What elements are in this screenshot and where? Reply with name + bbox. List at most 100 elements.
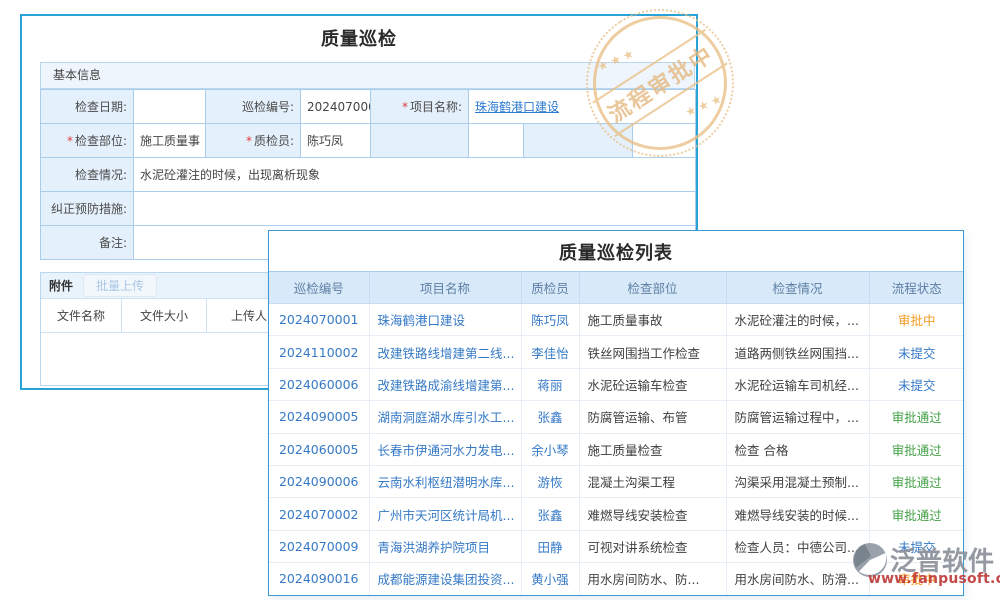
list-header-row: 巡检编号 项目名称 质检员 检查部位 检查情况 流程状态 xyxy=(269,272,964,304)
table-row[interactable]: 2024070001 珠海鹤港口建设 陈巧凤 施工质量事故 水泥砼灌注的时候，.… xyxy=(269,304,964,336)
cell-project-name[interactable]: 珠海鹤港口建设 xyxy=(369,304,521,336)
cell-project-name[interactable]: 成都能源建设集团投资... xyxy=(369,563,521,595)
cell-project-name[interactable]: 改建铁路线增建第二线... xyxy=(369,336,521,368)
form-row-2: *检查部位: 施工质量事 *质检员: 陈巧凤 xyxy=(41,124,696,158)
cell-inspection-id[interactable]: 2024090005 xyxy=(269,401,369,433)
table-row[interactable]: 2024060005 长春市伊通河水力发电... 余小琴 施工质量检查 检查 合… xyxy=(269,433,964,465)
col-header-id: 巡检编号 xyxy=(269,272,369,304)
code-label: 巡检编号: xyxy=(206,90,301,124)
inspector-label: *质检员: xyxy=(206,124,301,158)
table-row[interactable]: 2024090005 湖南洞庭湖水库引水工... 张鑫 防腐管运输、布管 防腐管… xyxy=(269,401,964,433)
cell-part: 混凝土沟渠工程 xyxy=(579,465,726,497)
cell-inspector[interactable]: 余小琴 xyxy=(521,433,579,465)
cell-situation: 水泥砼灌注的时候，... xyxy=(726,304,869,336)
cell-project-name[interactable]: 湖南洞庭湖水库引水工... xyxy=(369,401,521,433)
code-field: 202407000 xyxy=(301,90,371,124)
col-header-situation: 检查情况 xyxy=(726,272,869,304)
cell-situation: 防腐管运输过程中，... xyxy=(726,401,869,433)
form-row-3: 检查情况: 水泥砼灌注的时候，出现离析现象 xyxy=(41,158,696,192)
cell-inspector[interactable]: 田静 xyxy=(521,530,579,562)
cell-inspection-id[interactable]: 2024060005 xyxy=(269,433,369,465)
cell-inspection-id[interactable]: 2024060006 xyxy=(269,368,369,400)
cell-part: 难燃导线安装检查 xyxy=(579,498,726,530)
empty-value-cell-2 xyxy=(633,124,696,158)
status-badge: 未提交 xyxy=(869,368,964,400)
cell-part: 施工质量事故 xyxy=(579,304,726,336)
fanpu-logo-url: www.fanpusoft.com xyxy=(868,571,1000,587)
table-row[interactable]: 2024060006 改建铁路成渝线增建第... 蒋丽 水泥砼运输车检查 水泥砼… xyxy=(269,368,964,400)
col-header-project: 项目名称 xyxy=(369,272,521,304)
cell-part: 用水房间防水、防... xyxy=(579,563,726,595)
measures-label: 纠正预防措施: xyxy=(41,192,134,226)
cell-part: 可视对讲系统检查 xyxy=(579,530,726,562)
remark-label: 备注: xyxy=(41,226,134,260)
table-row[interactable]: 2024090006 云南水利枢纽潜明水库... 游恢 混凝土沟渠工程 沟渠采用… xyxy=(269,465,964,497)
cell-inspection-id[interactable]: 2024070001 xyxy=(269,304,369,336)
table-row[interactable]: 2024110002 改建铁路线增建第二线... 李佳怡 铁丝网围挡工作检查 道… xyxy=(269,336,964,368)
status-badge: 审批通过 xyxy=(869,465,964,497)
file-size-header: 文件大小 xyxy=(122,299,207,332)
cell-inspector[interactable]: 张鑫 xyxy=(521,498,579,530)
empty-label-cell-2 xyxy=(524,124,633,158)
cell-inspection-id[interactable]: 2024070002 xyxy=(269,498,369,530)
cell-inspector[interactable]: 陈巧凤 xyxy=(521,304,579,336)
situation-field[interactable]: 水泥砼灌注的时候，出现离析现象 xyxy=(134,158,696,192)
cell-part: 水泥砼运输车检查 xyxy=(579,368,726,400)
cell-inspection-id[interactable]: 2024070009 xyxy=(269,530,369,562)
part-label: *检查部位: xyxy=(41,124,134,158)
status-badge: 未提交 xyxy=(869,336,964,368)
file-name-header: 文件名称 xyxy=(41,299,122,332)
part-field[interactable]: 施工质量事 xyxy=(134,124,206,158)
batch-upload-button[interactable]: 批量上传 xyxy=(83,274,157,297)
form-row-1: 检查日期: 巡检编号: 202407000 *项目名称: 珠海鹤港口建设 xyxy=(41,90,696,124)
project-name-cell: 珠海鹤港口建设 xyxy=(469,90,696,124)
required-asterisk: * xyxy=(402,100,408,114)
project-name-link[interactable]: 珠海鹤港口建设 xyxy=(475,100,559,114)
cell-situation: 水泥砼运输车司机经... xyxy=(726,368,869,400)
status-badge: 审批中 xyxy=(869,304,964,336)
cell-situation: 道路两侧铁丝网围挡... xyxy=(726,336,869,368)
cell-project-name[interactable]: 青海洪湖养护院项目 xyxy=(369,530,521,562)
col-header-inspector: 质检员 xyxy=(521,272,579,304)
table-row[interactable]: 2024070002 广州市天河区统计局机... 张鑫 难燃导线安装检查 难燃导… xyxy=(269,498,964,530)
cell-inspector[interactable]: 黄小强 xyxy=(521,563,579,595)
cell-part: 施工质量检查 xyxy=(579,433,726,465)
cell-inspection-id[interactable]: 2024090016 xyxy=(269,563,369,595)
form-title: 质量巡检 xyxy=(22,25,696,51)
attachment-label: 附件 xyxy=(49,277,73,294)
date-label: 检查日期: xyxy=(41,90,134,124)
cell-inspector[interactable]: 李佳怡 xyxy=(521,336,579,368)
cell-inspection-id[interactable]: 2024110002 xyxy=(269,336,369,368)
cell-part: 铁丝网围挡工作检查 xyxy=(579,336,726,368)
status-badge: 审批通过 xyxy=(869,433,964,465)
cell-project-name[interactable]: 改建铁路成渝线增建第... xyxy=(369,368,521,400)
cell-project-name[interactable]: 云南水利枢纽潜明水库... xyxy=(369,465,521,497)
cell-project-name[interactable]: 长春市伊通河水力发电... xyxy=(369,433,521,465)
measures-field[interactable] xyxy=(134,192,696,226)
required-asterisk: * xyxy=(67,134,73,148)
col-header-status: 流程状态 xyxy=(869,272,964,304)
cell-situation: 沟渠采用混凝土预制... xyxy=(726,465,869,497)
cell-inspector[interactable]: 蒋丽 xyxy=(521,368,579,400)
status-badge: 审批通过 xyxy=(869,498,964,530)
empty-value-cell-1 xyxy=(469,124,524,158)
cell-situation: 难燃导线安装的时候... xyxy=(726,498,869,530)
project-label: *项目名称: xyxy=(371,90,469,124)
section-basic-info: 基本信息 xyxy=(40,62,695,89)
col-header-part: 检查部位 xyxy=(579,272,726,304)
required-asterisk: * xyxy=(246,134,252,148)
cell-situation: 检查人员：中德公司... xyxy=(726,530,869,562)
cell-part: 防腐管运输、布管 xyxy=(579,401,726,433)
form-row-4: 纠正预防措施: xyxy=(41,192,696,226)
cell-inspection-id[interactable]: 2024090006 xyxy=(269,465,369,497)
cell-inspector[interactable]: 游恢 xyxy=(521,465,579,497)
fanpu-watermark: 泛普软件 www.fanpusoft.com xyxy=(852,541,1000,587)
cell-situation: 用水房间防水、防滑... xyxy=(726,563,869,595)
list-title: 质量巡检列表 xyxy=(269,231,963,271)
date-field[interactable] xyxy=(134,90,206,124)
cell-situation: 检查 合格 xyxy=(726,433,869,465)
empty-label-cell-1 xyxy=(371,124,469,158)
cell-inspector[interactable]: 张鑫 xyxy=(521,401,579,433)
inspector-field[interactable]: 陈巧凤 xyxy=(301,124,371,158)
cell-project-name[interactable]: 广州市天河区统计局机... xyxy=(369,498,521,530)
